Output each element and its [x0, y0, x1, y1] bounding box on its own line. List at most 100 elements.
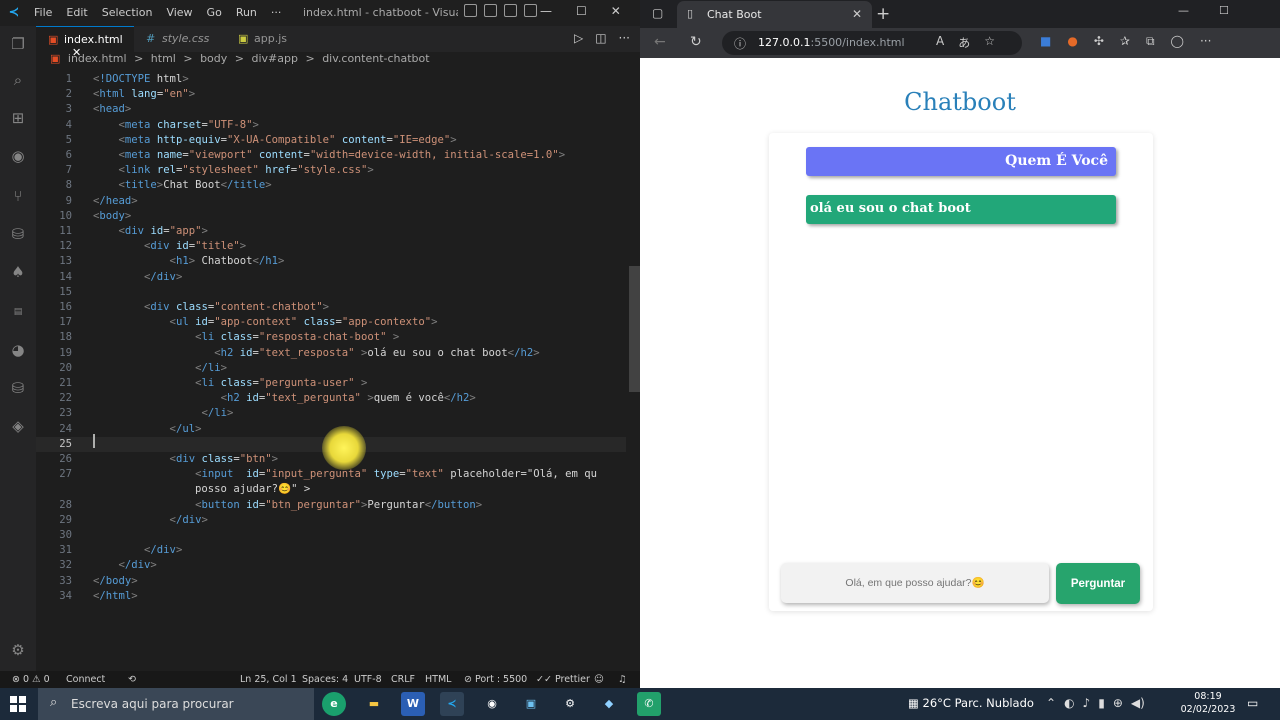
battery-icon[interactable]: ▮	[1098, 696, 1105, 710]
read-aloud-icon[interactable]: A	[936, 34, 944, 51]
browser-tab[interactable]: ▯ Chat Boot ✕	[677, 1, 872, 28]
code-line[interactable]: 14 </div>	[36, 270, 626, 285]
line-ending[interactable]: CRLF	[391, 674, 415, 685]
screen-tool-icon[interactable]: ▣	[519, 692, 543, 716]
code-line[interactable]: 34 </html>	[36, 589, 626, 604]
browser-menu-icon[interactable]: ···	[1200, 34, 1211, 49]
tab-app-js[interactable]: ▣ app.js	[226, 26, 306, 52]
layers-icon[interactable]: ◈	[8, 416, 28, 436]
code-line[interactable]: 32 </div>	[36, 558, 626, 573]
code-line[interactable]: 13 <h1> Chatboot</h1>	[36, 254, 626, 269]
code-line[interactable]: 10 <body>	[36, 209, 626, 224]
info-icon[interactable]: ⓘ	[734, 35, 746, 52]
whatsapp-icon[interactable]: ✆	[637, 692, 661, 716]
collections-icon[interactable]: ⧉	[1146, 34, 1155, 49]
sync-icon[interactable]: ⟲	[128, 674, 136, 685]
weather-widget[interactable]: ▦ 26°C Parc. Nublado	[908, 696, 1034, 710]
favorite-star-icon[interactable]: ☆	[984, 34, 995, 51]
github-icon[interactable]: ◉	[8, 146, 28, 166]
indentation[interactable]: Spaces: 4	[302, 674, 348, 685]
chevron-up-icon[interactable]: ⌃	[1046, 696, 1056, 710]
code-line[interactable]: 9 </head>	[36, 194, 626, 209]
code-line[interactable]: 31 </div>	[36, 543, 626, 558]
breadcrumb-html[interactable]: html	[151, 52, 176, 65]
code-line[interactable]: 21 <li class="pergunta-user" >	[36, 376, 626, 391]
maximize-button[interactable]: ☐	[576, 4, 587, 18]
connect-status[interactable]: Connect	[66, 674, 105, 685]
notifications-icon[interactable]: ▭	[1247, 696, 1258, 710]
code-line[interactable]: 28 <button id="btn_perguntar">Perguntar<…	[36, 498, 626, 513]
menu-more[interactable]: ···	[271, 6, 282, 19]
menu-file[interactable]: File	[34, 6, 52, 19]
new-tab-icon[interactable]: +	[876, 4, 890, 24]
translate-icon[interactable]: あ	[958, 34, 970, 51]
menu-run[interactable]: Run	[236, 6, 257, 19]
code-editor[interactable]: 1 <!DOCTYPE html> 2 <html lang="en"> 3 <head>…	[36, 70, 640, 671]
split-editor-icon[interactable]: ◫	[595, 31, 606, 45]
code-line[interactable]: 20 </li>	[36, 361, 626, 376]
code-line[interactable]: 16 <div class="content-chatbot">	[36, 300, 626, 315]
toggle-secondary-sidebar-icon[interactable]	[504, 4, 517, 17]
code-line[interactable]: 8 <title>Chat Boot</title>	[36, 178, 626, 193]
toggle-sidebar-icon[interactable]	[464, 4, 477, 17]
taskbar-search[interactable]: ⌕ Escreva aqui para procurar	[38, 688, 314, 720]
favorites-icon[interactable]: ✰	[1120, 34, 1130, 49]
edge-icon[interactable]: ◕	[8, 340, 28, 360]
extensions-puzzle-icon[interactable]: ✣	[1094, 34, 1104, 49]
clock[interactable]: 08:19 02/02/2023	[1178, 690, 1238, 716]
code-line[interactable]: 29 </div>	[36, 513, 626, 528]
close-button[interactable]: ✕	[611, 4, 621, 18]
code-line[interactable]: 30	[36, 528, 626, 543]
settings-icon[interactable]: ⚙	[558, 692, 582, 716]
app-icon[interactable]: ◆	[597, 692, 621, 716]
vscode-taskbar-icon[interactable]: ≺	[440, 692, 464, 716]
customize-layout-icon[interactable]	[524, 4, 537, 17]
code-line[interactable]: 33 </body>	[36, 574, 626, 589]
language-mode[interactable]: HTML	[425, 674, 451, 685]
extensions-icon[interactable]: ⊞	[8, 108, 28, 128]
problems-status[interactable]: ⊗ 0 ⚠ 0	[12, 674, 50, 685]
code-line[interactable]: 23 </li>	[36, 406, 626, 421]
tab-index-html[interactable]: ▣ index.html ✕	[36, 26, 134, 59]
feedback-icon[interactable]: ☺	[594, 674, 604, 685]
question-input[interactable]	[781, 563, 1049, 603]
cursor-position[interactable]: Ln 25, Col 1	[240, 674, 297, 685]
camera-icon[interactable]: ◐	[1064, 696, 1074, 710]
extension-icon[interactable]: ■	[1040, 34, 1051, 49]
code-line[interactable]: 12 <div id="title">	[36, 239, 626, 254]
sql-database-icon[interactable]: ⛁	[8, 378, 28, 398]
minimize-icon[interactable]: —	[1178, 4, 1189, 17]
file-explorer-icon[interactable]: ▬	[362, 692, 386, 716]
microphone-icon[interactable]: ♪	[1083, 696, 1091, 710]
more-actions-icon[interactable]: ···	[619, 31, 630, 45]
settings-gear-icon[interactable]: ⚙	[8, 640, 28, 660]
back-icon[interactable]: ←	[654, 34, 666, 50]
code-line[interactable]: 1 <!DOCTYPE html>	[36, 72, 626, 87]
menu-go[interactable]: Go	[207, 6, 222, 19]
ask-button[interactable]: Perguntar	[1056, 563, 1140, 604]
code-line[interactable]: 19 <h2 id="text_resposta" >olá eu sou o …	[36, 346, 626, 361]
code-line[interactable]: 11 <div id="app">	[36, 224, 626, 239]
windows-start-icon[interactable]	[10, 696, 26, 712]
code-line[interactable]: 27 <input id="input_pergunta" type="text…	[36, 467, 626, 482]
word-icon[interactable]: W	[401, 692, 425, 716]
code-line[interactable]: 6 <meta name="viewport" content="width=d…	[36, 148, 626, 163]
code-line[interactable]: 7 <link rel="stylesheet" href="style.css…	[36, 163, 626, 178]
menu-edit[interactable]: Edit	[66, 6, 87, 19]
explorer-icon[interactable]: ❐	[8, 34, 28, 54]
code-line[interactable]: 22 <h2 id="text_pergunta" >quem é você</…	[36, 391, 626, 406]
prettier-status[interactable]: ✓✓ Prettier	[536, 674, 590, 685]
network-icon[interactable]: ⊕	[1113, 696, 1123, 710]
edge-taskbar-icon[interactable]: e	[322, 692, 346, 716]
refresh-icon[interactable]: ↻	[690, 34, 702, 50]
code-line[interactable]: 4 <meta charset="UTF-8">	[36, 118, 626, 133]
code-line[interactable]: posso ajudar?😊" >	[36, 482, 626, 497]
mongodb-leaf-icon[interactable]: ♠	[8, 262, 28, 282]
toggle-panel-icon[interactable]	[484, 4, 497, 17]
menu-view[interactable]: View	[166, 6, 192, 19]
breadcrumb-body[interactable]: body	[200, 52, 227, 65]
code-line[interactable]: 2 <html lang="en">	[36, 87, 626, 102]
database-icon[interactable]: ⛁	[8, 224, 28, 244]
obs-icon[interactable]: ◉	[480, 692, 504, 716]
volume-icon[interactable]: ◀)	[1131, 696, 1145, 710]
